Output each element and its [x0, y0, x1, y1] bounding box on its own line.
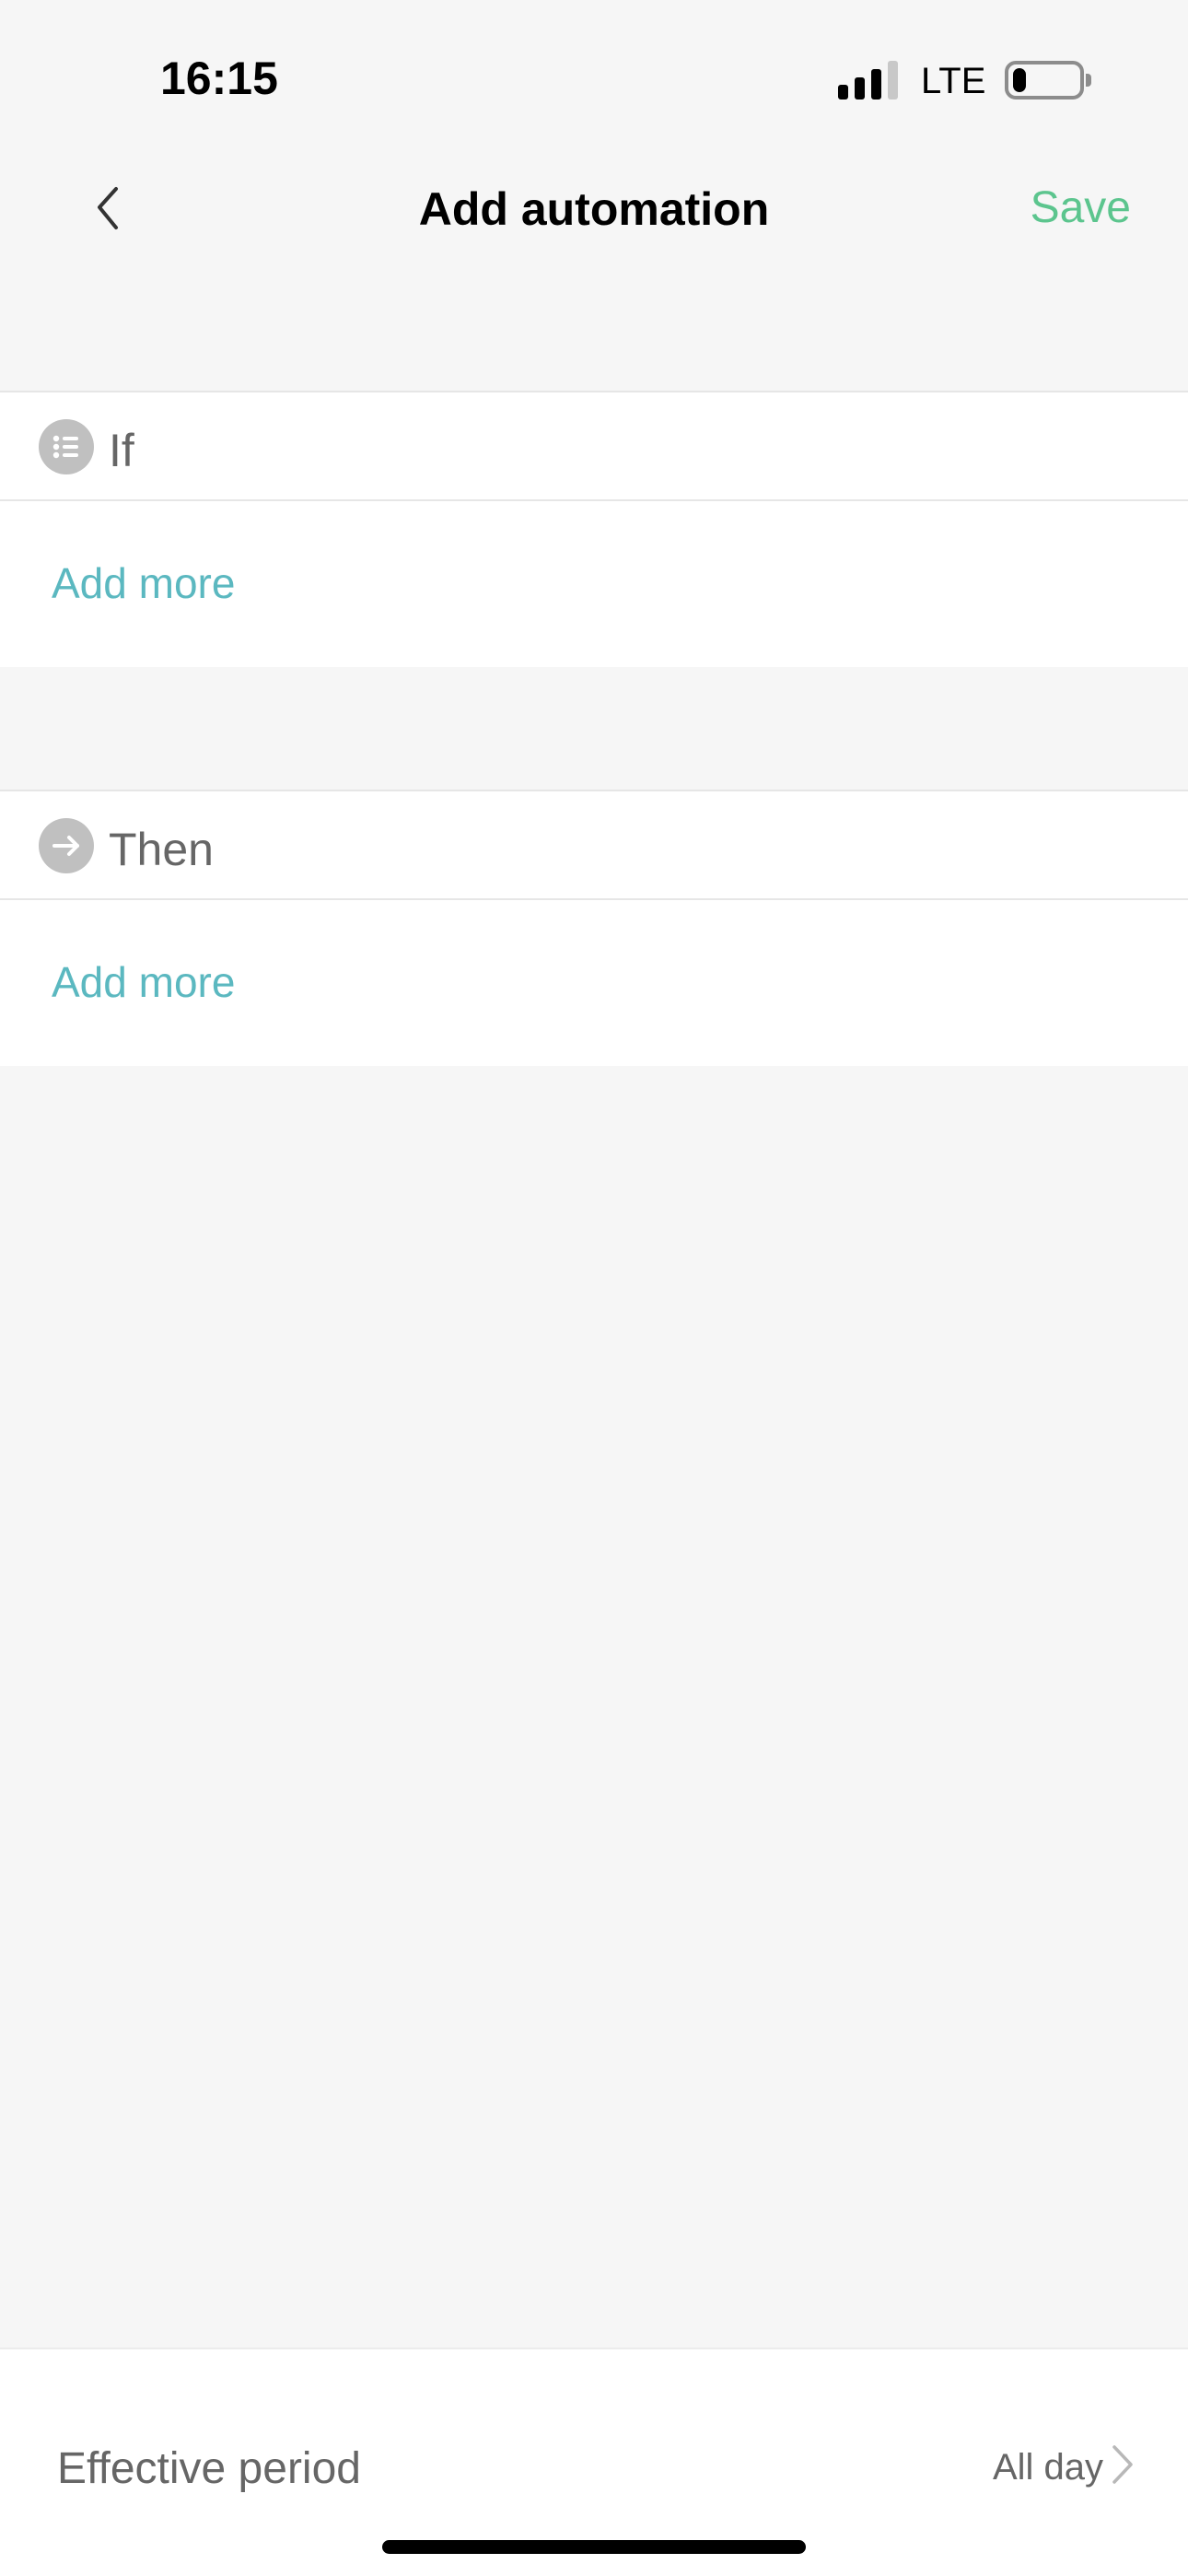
arrow-right-icon [39, 818, 94, 873]
then-section: Then Add more [0, 790, 1188, 1066]
navigation-bar: Add automation Save [0, 157, 1188, 258]
battery-cap [1086, 74, 1091, 87]
if-add-more-label: Add more [52, 559, 236, 607]
battery-fill [1013, 68, 1026, 92]
then-section-header: Then [0, 791, 1188, 900]
if-label: If [109, 425, 134, 476]
status-bar: 16:15 LTE [0, 0, 1188, 138]
effective-period-label: Effective period [57, 2444, 361, 2493]
battery-icon [1005, 61, 1084, 100]
save-button[interactable]: Save [1031, 182, 1131, 233]
if-section-header: If [0, 392, 1188, 501]
signal-icon [838, 61, 898, 100]
then-add-more-label: Add more [52, 958, 236, 1006]
page-title: Add automation [418, 183, 770, 235]
then-label: Then [109, 824, 214, 875]
if-section: If Add more [0, 391, 1188, 667]
network-type: LTE [921, 61, 986, 101]
if-add-more-button[interactable]: Add more [0, 501, 1188, 667]
then-add-more-button[interactable]: Add more [0, 900, 1188, 1066]
status-time: 16:15 [160, 53, 278, 104]
chevron-right-icon [1112, 2445, 1133, 2484]
effective-period-value: All day [992, 2447, 1103, 2488]
home-indicator[interactable] [382, 2540, 806, 2554]
list-icon [39, 419, 94, 474]
effective-period-row[interactable]: Effective period All day [0, 2405, 1188, 2524]
